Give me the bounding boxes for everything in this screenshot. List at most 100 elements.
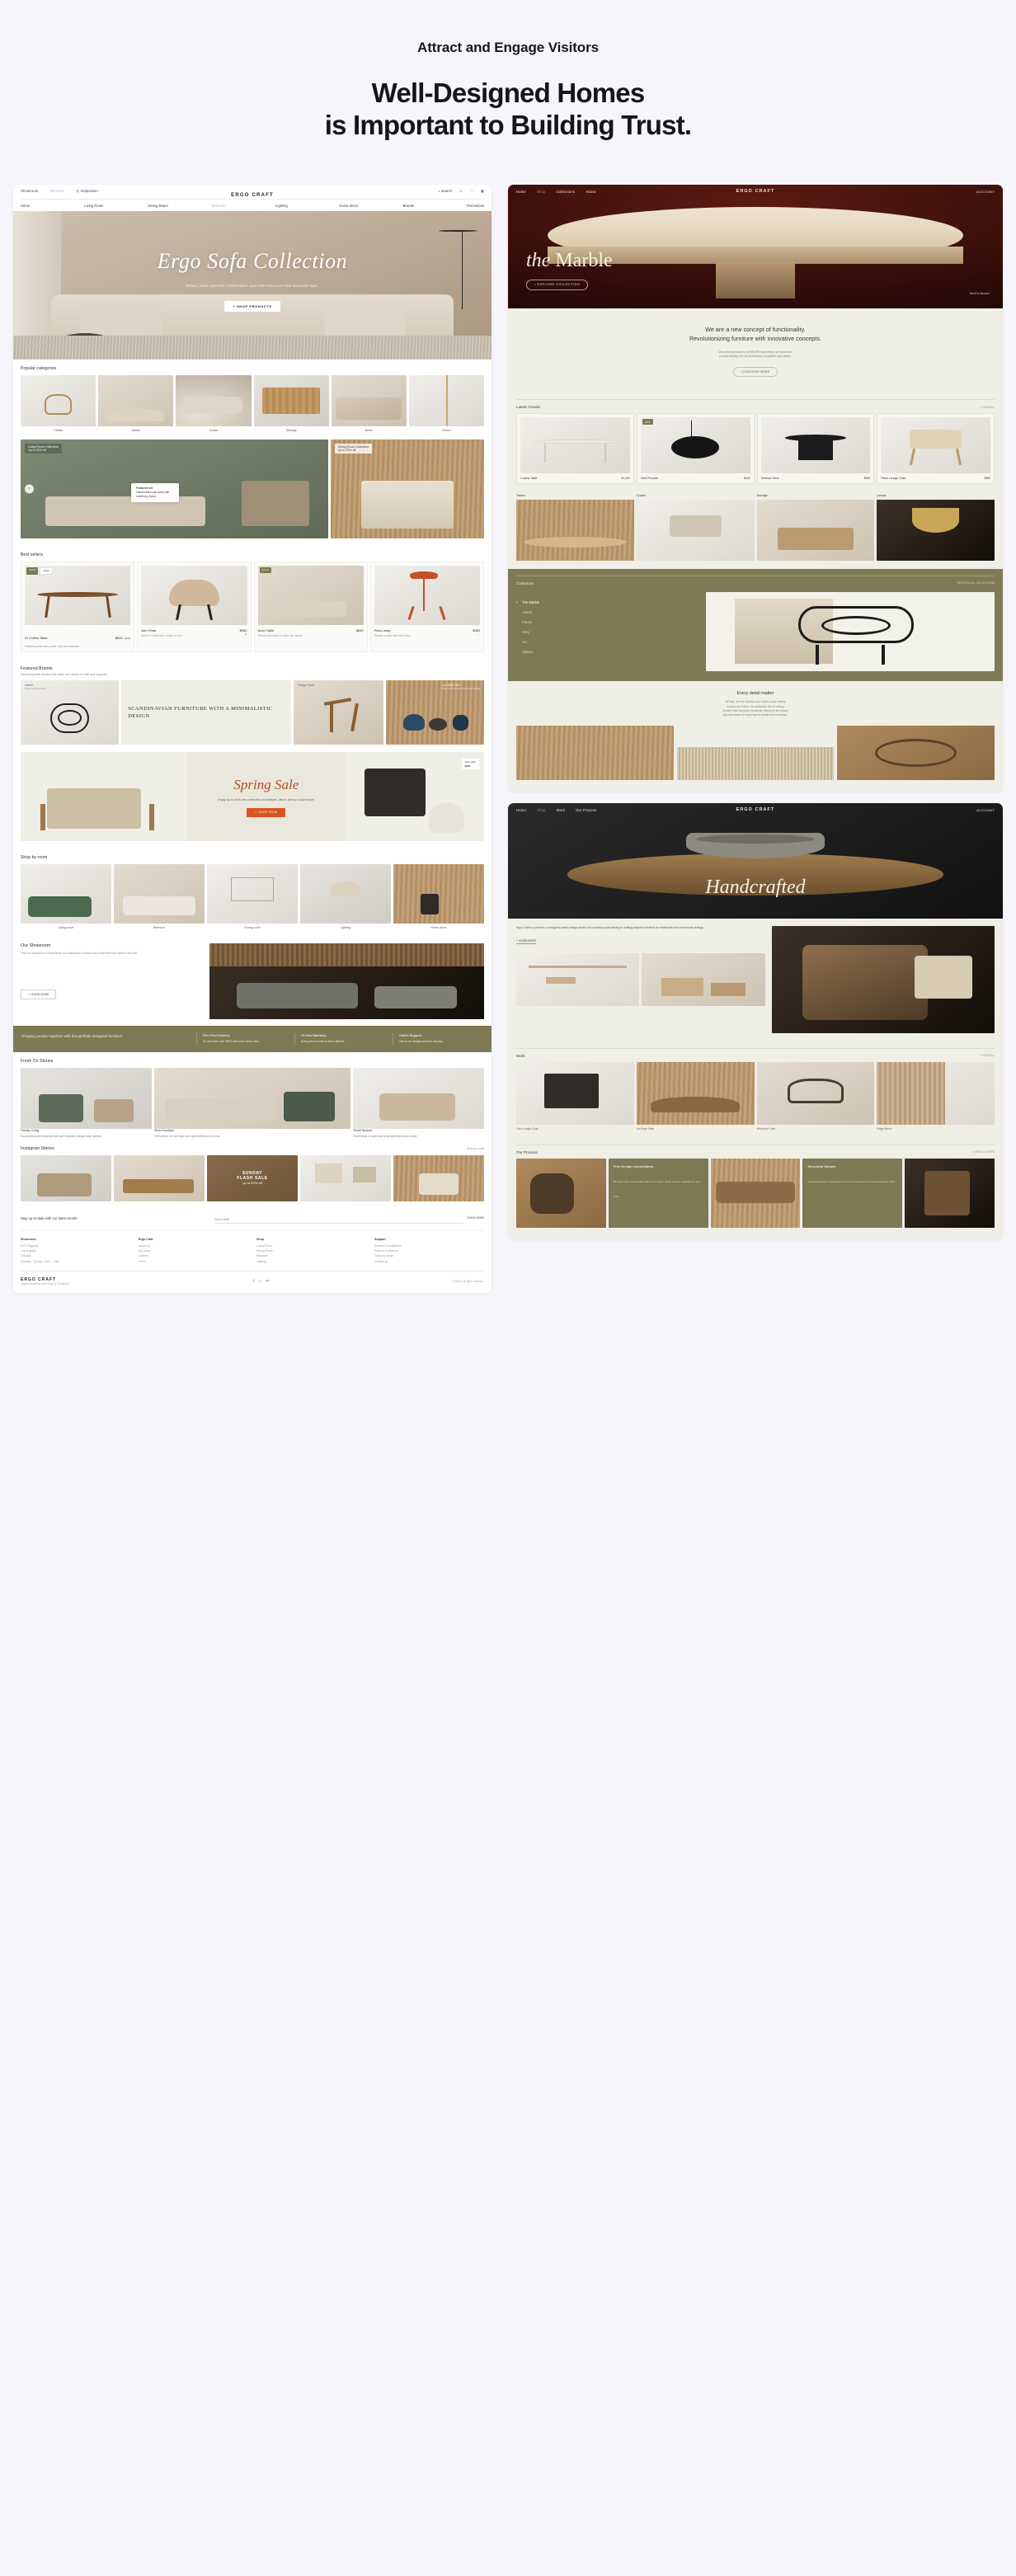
collection-item-veny[interactable]: Veny (516, 627, 698, 637)
work-card[interactable]: Wishbone Chair (756, 1061, 875, 1131)
footer-link[interactable]: Lighting (256, 1259, 366, 1264)
collection-item-the-marble[interactable]: The Marble (516, 597, 698, 607)
instagram-post[interactable] (393, 1154, 484, 1201)
explore-collection-button[interactable]: • EXPLORE COLLECTION (526, 279, 589, 290)
arrival-card[interactable]: NEW Orbit Pendant $430 (636, 413, 755, 485)
quad-card[interactable]: Chairs (636, 494, 755, 562)
nav-inspiration[interactable]: ◎ Inspiration (76, 189, 98, 193)
collection-item-salaya[interactable]: Salaya (516, 646, 698, 656)
nav-showroom[interactable]: Showroom (21, 189, 39, 193)
room-card[interactable]: Lighting (300, 864, 391, 929)
product-card[interactable]: Flow Lamp $380 Powder-coated steel floor… (369, 561, 484, 653)
nav-shop[interactable]: Shop (537, 190, 546, 194)
footer-legal[interactable]: Legal information and Terms & Conditions (21, 1282, 69, 1286)
room-card[interactable]: Home decor (393, 864, 484, 929)
nav-about[interactable]: About (586, 190, 595, 194)
brand-card-design-team[interactable]: Design Team (294, 680, 383, 745)
nav-item-bedroom[interactable]: Bedroom (212, 204, 275, 208)
nav-home[interactable]: Home (516, 808, 526, 812)
instagram-handle[interactable]: @ergo.craft (467, 1147, 484, 1150)
nav-item-living-room[interactable]: Living Room (84, 204, 148, 208)
arrival-card[interactable]: Paulo Lounge Chair $980 (877, 413, 995, 485)
promo-living-room[interactable]: Living Room Collection Up to 40% off ‹ F… (21, 439, 328, 538)
wishlist-icon[interactable]: ♡ (470, 189, 473, 193)
arrival-card[interactable]: Tambour Stool $390 (756, 413, 875, 485)
nav-our-process[interactable]: Our Process (576, 808, 596, 812)
view-all-arrivals-link[interactable]: + VIEW ALL (981, 406, 995, 409)
nav-item-home-decor[interactable]: Home decor (339, 204, 402, 208)
instagram-post[interactable] (300, 1154, 391, 1201)
site-logo[interactable]: ERGO CRAFT (231, 193, 274, 198)
nav-item-promotions[interactable]: Promotions (467, 204, 484, 208)
work-card[interactable]: Arc Edge Table (636, 1061, 755, 1131)
story-card[interactable]: Small Spaces Smart ideas to make your sm… (353, 1067, 484, 1139)
category-card[interactable]: Sofas (176, 374, 252, 432)
brand-card-kartell[interactable]: Kartell Modern dining chairs (21, 680, 120, 745)
nav-item-lighting[interactable]: Lighting (275, 204, 339, 208)
account-link[interactable]: ACCOUNT (976, 190, 995, 194)
story-card[interactable]: Family Living How pairing warm materials… (21, 1067, 152, 1139)
wishlist-icon[interactable]: ♥ (245, 632, 247, 637)
product-card[interactable]: Arm Chair $960 Solid in construction, si… (137, 561, 252, 653)
work-card[interactable]: Ridge Bench (877, 1061, 995, 1131)
site-logo[interactable]: ERGO CRAFT (736, 807, 775, 812)
discover-more-button[interactable]: • DISCOVER MORE (733, 367, 778, 378)
story-card[interactable]: Slow Sundays The comfort of a soft sofa … (153, 1067, 351, 1139)
nav-collections[interactable]: Collections (557, 190, 576, 194)
quad-card[interactable]: Storage (756, 494, 875, 562)
view-all-work-link[interactable]: + VIEW ALL (981, 1054, 995, 1057)
shop-now-button[interactable]: + SHOP NOW (247, 807, 286, 817)
brand-card-la-home-dec[interactable]: LA HOME DEC Home accessories with Nordic… (385, 680, 485, 745)
room-card[interactable]: Dining room (207, 864, 298, 929)
promo-dining-room[interactable]: Dining Room Collection Up to 25% off (330, 439, 484, 538)
product-card[interactable]: SALE Noxx Table $640 Minimal silhouette … (253, 561, 368, 653)
nav-work[interactable]: Work (557, 808, 566, 812)
footer-link[interactable]: Contact us (374, 1259, 484, 1264)
shop-products-button[interactable]: + SHOP PRODUCTS (224, 300, 280, 312)
instagram-post-sale[interactable]: SUNDAY FLASH SALE up to 50% off (207, 1154, 298, 1201)
footer-link[interactable]: Press (139, 1259, 248, 1264)
wishlist-icon[interactable]: ♡ (477, 632, 480, 637)
wishlist-icon[interactable]: ♡ (127, 643, 130, 648)
arrival-card[interactable]: Lunaria Table $1,250 (516, 413, 634, 485)
browse-collections-link[interactable]: + BROWSE ALL COLLECTIONS (956, 581, 995, 585)
nav-home[interactable]: Home (516, 190, 526, 194)
process-card-2[interactable]: Structural Sample A scaled prototype is … (802, 1158, 903, 1228)
room-card[interactable]: Bedroom (114, 864, 205, 929)
bag-icon[interactable]: ▦ (481, 189, 484, 193)
site-logo[interactable]: ERGO CRAFT (736, 189, 775, 194)
collection-item-parole[interactable]: Parole (516, 617, 698, 627)
newsletter-subscribe-button[interactable]: SUBSCRIBE (467, 1216, 484, 1224)
category-card[interactable]: Decor (408, 374, 485, 432)
room-card[interactable]: Living room (21, 864, 111, 929)
carousel-prev-button[interactable]: ‹ (25, 484, 34, 494)
facebook-icon[interactable]: f (253, 1279, 254, 1283)
showroom-learn-more-button[interactable]: + LEARN MORE (21, 989, 57, 999)
nav-item-home[interactable]: Home (21, 204, 84, 208)
instagram-post[interactable] (21, 1154, 111, 1201)
promo-float-card[interactable]: Featured set Handcrafted oak table with … (131, 482, 180, 502)
product-card[interactable]: SALE NEW IO Coffee Table $800 $980 Featur… (21, 561, 135, 653)
category-card[interactable]: Beds (331, 374, 407, 432)
instagram-icon[interactable]: □ (259, 1279, 261, 1283)
category-card[interactable]: Chairs (21, 374, 96, 432)
instagram-post[interactable] (114, 1154, 205, 1201)
wishlist-icon[interactable]: ♡ (360, 632, 363, 637)
nav-item-brands[interactable]: Brands (403, 204, 467, 208)
about-learn-more-button[interactable]: + LEARN MORE (516, 939, 536, 944)
nav-services[interactable]: Services (50, 189, 65, 193)
search-icon[interactable]: ⌕ Search (438, 189, 452, 193)
see-all-steps-link[interactable]: + SEE ALL STEPS (972, 1150, 995, 1154)
quad-card[interactable]: Tables (516, 494, 634, 562)
category-card[interactable]: Storage (253, 374, 329, 432)
pinterest-icon[interactable]: P (266, 1279, 269, 1283)
category-card[interactable]: Tables (98, 374, 174, 432)
account-icon[interactable]: ☺ (459, 189, 463, 193)
collection-item-calero[interactable]: Calero (516, 607, 698, 617)
account-link[interactable]: ACCOUNT (976, 808, 995, 812)
spring-sale-banner[interactable]: Spring Sale Enjoy up to 40% off a select… (21, 752, 484, 842)
newsletter-email-input[interactable] (214, 1215, 464, 1224)
collection-item-arc[interactable]: Arc (516, 637, 698, 646)
quad-card[interactable]: Lamps (877, 494, 995, 562)
process-card-1[interactable]: Free Design Consultation We begin with a… (608, 1158, 708, 1228)
